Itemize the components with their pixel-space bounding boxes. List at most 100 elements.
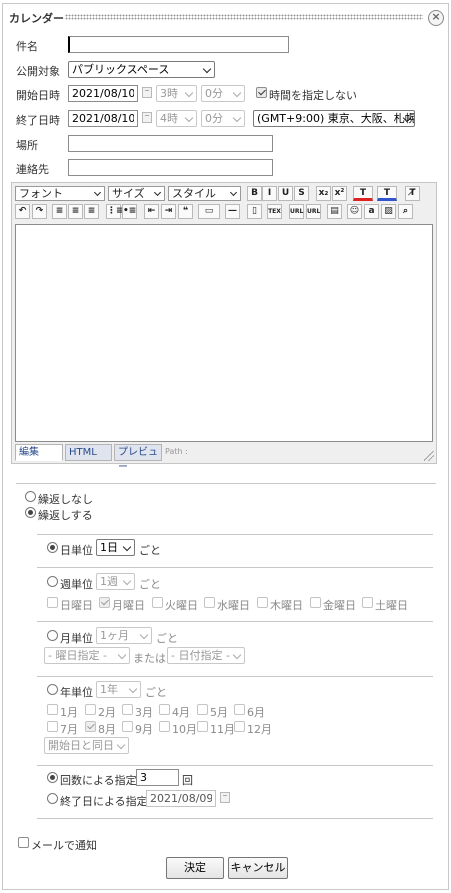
size-select[interactable]: サイズ [108,186,165,201]
bullet-list-icon[interactable]: •≡ [122,204,137,219]
place-input[interactable] [68,135,273,152]
tex-icon[interactable]: TEX [267,204,282,219]
tab-preview[interactable]: プレビュー [114,444,162,473]
font-select[interactable]: フォント [15,186,105,201]
weekday-checkbox[interactable] [257,597,268,608]
template-icon[interactable]: ▤ [327,204,342,219]
table-icon[interactable]: ▭ [198,204,220,219]
link-icon[interactable]: URL [289,204,304,219]
month-checkbox[interactable] [234,721,245,732]
daily-interval-select[interactable]: 1日 [96,539,135,556]
weekly-radio[interactable] [47,576,58,587]
numbered-list-icon[interactable]: ⋮≡ [106,204,124,219]
special-char-icon[interactable]: ☺ [347,204,362,219]
month-checkbox[interactable] [159,721,170,732]
month-label: 5月 [210,706,228,719]
yearly-interval-select[interactable]: 1年 [96,681,141,698]
indent-icon[interactable]: ⇥ [161,204,176,219]
align-center-icon[interactable]: ≡ [68,204,83,219]
font-icon[interactable]: a [364,204,379,219]
month-checkbox[interactable] [197,721,208,732]
month-checkbox[interactable] [47,704,58,715]
divider [37,765,433,766]
attachment-icon[interactable]: ⌕ [398,204,413,219]
month-checkbox[interactable] [122,704,133,715]
weekday-checkbox[interactable] [310,597,321,608]
monthly-radio[interactable] [47,630,58,641]
weekday-checkbox[interactable] [99,597,110,608]
month-checkbox[interactable] [85,704,96,715]
contact-input[interactable] [68,159,273,176]
month-checkbox[interactable] [197,704,208,715]
subject-input[interactable] [68,36,289,53]
same-as-start-select[interactable]: 開始日と同日 [44,737,129,754]
weekday-checkbox[interactable] [204,597,215,608]
visibility-select[interactable]: パブリックスペース [68,61,215,78]
italic-icon[interactable]: I [262,186,277,201]
month-checkbox[interactable] [234,704,245,715]
subscript-icon[interactable]: x₂ [316,186,331,201]
monthly-interval-select[interactable]: 1ヶ月 [96,627,152,644]
align-left-icon[interactable]: ≡ [52,204,67,219]
timezone-select[interactable]: (GMT+9:00) 東京、大阪、札幌 [253,110,415,127]
bold-icon[interactable]: B [247,186,262,201]
start-calendar-icon[interactable] [142,87,152,98]
text-color-icon[interactable]: T [353,186,373,201]
weekly-interval-select[interactable]: 1週 [96,573,135,590]
daily-radio[interactable] [47,542,58,553]
undo-icon[interactable]: ↶ [15,204,30,219]
month-checkbox[interactable] [159,704,170,715]
weekday-checkbox[interactable] [47,597,58,608]
no-repeat-radio[interactable] [25,491,36,502]
rich-text-editor: フォント サイズ スタイル B I U Sx₂ x² T T T̸ ↶ ↷ ≡ ≡ ≡ ⋮≡ •≡ ⇤ ⇥ ❝ ▭… [11,182,437,473]
tab-html[interactable]: HTML [65,444,112,461]
editor-content-area[interactable] [15,224,433,442]
page-break-icon[interactable]: ▯ [247,204,262,219]
weekday-checkbox[interactable] [152,597,163,608]
weekday-spec-select[interactable]: - 曜日指定 - [44,647,130,664]
horizontal-rule-icon[interactable]: — [225,204,240,219]
start-hour-select[interactable]: 3時 [156,85,197,102]
end-calendar-icon[interactable] [142,112,152,123]
superscript-icon[interactable]: x² [332,186,347,201]
weekday-checkbox[interactable] [362,597,373,608]
outdent-icon[interactable]: ⇤ [144,204,159,219]
redo-icon[interactable]: ↷ [32,204,47,219]
month-label: 4月 [172,706,190,719]
highlight-color-icon[interactable]: T [377,186,397,201]
start-date-input[interactable] [68,85,138,102]
strikethrough-icon[interactable]: S [294,186,309,201]
end-date-input[interactable] [68,110,138,127]
count-input[interactable] [136,769,179,786]
month-checkbox[interactable] [47,721,58,732]
close-icon[interactable]: × [428,10,444,26]
style-select[interactable]: スタイル [168,186,241,201]
dialog-title: カレンダー [9,12,64,25]
tab-edit[interactable]: 編集 [15,444,63,461]
cancel-button[interactable]: キャンセル [228,857,288,879]
until-radio[interactable] [47,793,58,804]
start-minute-select[interactable]: 0分 [201,85,245,102]
end-minute-select[interactable]: 0分 [201,110,245,127]
align-right-icon[interactable]: ≡ [84,204,99,219]
blockquote-icon[interactable]: ❝ [178,204,193,219]
no-time-checkbox[interactable] [256,87,267,98]
count-radio[interactable] [47,772,58,783]
dialog-titlebar[interactable]: カレンダー × [3,4,448,28]
until-date-input[interactable] [146,790,216,807]
day-spec-select[interactable]: - 日付指定 - [167,647,245,664]
end-hour-select[interactable]: 4時 [156,110,197,127]
image-icon[interactable]: ▨ [381,204,396,219]
repeat-radio[interactable] [25,507,36,518]
until-calendar-icon[interactable] [220,792,230,803]
notify-checkbox[interactable] [18,837,29,848]
month-checkbox[interactable] [122,721,133,732]
ok-button[interactable]: 決定 [166,857,224,879]
underline-icon[interactable]: U [278,186,293,201]
yearly-radio[interactable] [47,684,58,695]
clear-format-icon[interactable]: T̸ [405,186,420,201]
unlink-icon[interactable]: URL [306,204,321,219]
month-checkbox[interactable] [85,721,96,732]
resize-grip-icon[interactable] [424,451,434,461]
repeat-label: 繰返しする [38,509,93,522]
